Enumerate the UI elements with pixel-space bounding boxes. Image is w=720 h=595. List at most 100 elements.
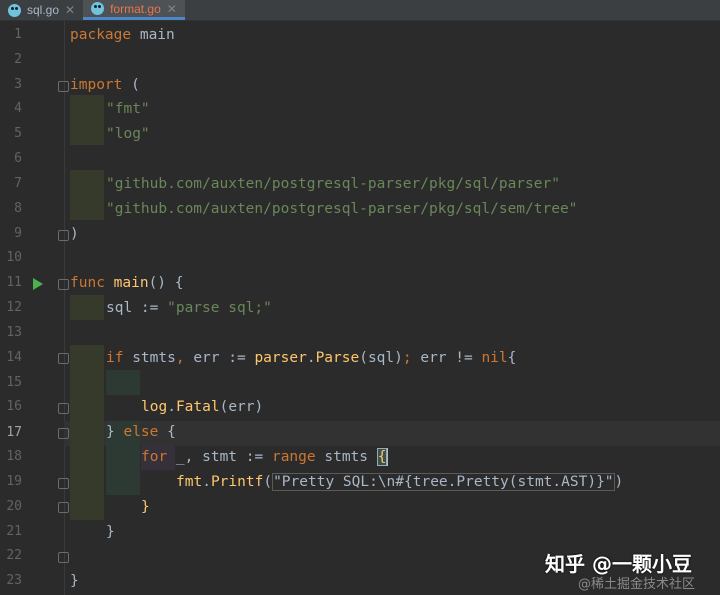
tab-sql-go[interactable]: sql.go ✕ xyxy=(0,0,83,20)
matched-brace: { xyxy=(376,448,388,466)
code-text: (sql) xyxy=(359,350,403,366)
indent-guide xyxy=(70,95,104,145)
line-number: 5 xyxy=(14,126,22,141)
code-text: (err) xyxy=(219,399,264,415)
code-text: err := xyxy=(184,350,255,366)
fold-toggle-icon[interactable] xyxy=(58,478,69,489)
code-editor[interactable]: 1 2 3 4 5 6 7 8 9 10 11 12 13 14 15 16 1… xyxy=(0,21,720,595)
fold-toggle-icon[interactable] xyxy=(58,428,69,439)
keyword: range xyxy=(271,449,316,465)
code-line: for _, stmt := range stmts { xyxy=(141,445,388,470)
function-name: main xyxy=(113,275,149,291)
code-text: _, stmt := xyxy=(167,449,272,465)
code-text: ) xyxy=(614,474,624,490)
code-text: } xyxy=(106,424,124,440)
fold-toggle-icon[interactable] xyxy=(58,502,69,513)
code-text: () { xyxy=(148,275,184,291)
line-number: 10 xyxy=(6,250,22,265)
line-number: 1 xyxy=(14,27,22,42)
package-name: fmt xyxy=(176,474,203,490)
package-name: parser xyxy=(254,350,307,366)
line-number: 2 xyxy=(14,52,22,67)
line-number: 7 xyxy=(14,176,22,191)
fold-toggle-icon[interactable] xyxy=(58,230,69,241)
line-number: 11 xyxy=(6,275,22,290)
line-number: 6 xyxy=(14,151,22,166)
keyword: else xyxy=(123,424,159,440)
code-line: fmt.Printf("Pretty SQL:\n#{tree.Pretty(s… xyxy=(176,470,623,495)
package-name: log xyxy=(141,399,168,415)
line-number: 18 xyxy=(6,449,22,464)
code-text: { xyxy=(158,424,176,440)
indent-guide xyxy=(106,370,140,395)
watermark-subtext: @稀土掘金技术社区 xyxy=(578,577,696,592)
fold-toggle-icon[interactable] xyxy=(58,552,69,563)
fold-toggle-icon[interactable] xyxy=(58,353,69,364)
string-literal: "parse sql;" xyxy=(167,300,272,316)
punct: , xyxy=(175,350,185,366)
line-number: 20 xyxy=(6,499,22,514)
line-number: 3 xyxy=(14,77,22,92)
indent-guide xyxy=(70,295,104,320)
line-number: 9 xyxy=(14,226,22,241)
code-text: ( xyxy=(122,77,140,93)
fold-toggle-icon[interactable] xyxy=(58,279,69,290)
line-number: 13 xyxy=(6,325,22,340)
code-text: err != xyxy=(411,350,482,366)
dot: . xyxy=(202,474,211,490)
keyword: import xyxy=(70,77,123,93)
keyword: for xyxy=(141,449,168,465)
code-line: import ( xyxy=(70,73,140,98)
code-line: } xyxy=(141,499,150,515)
text-caret xyxy=(387,448,388,466)
keyword: if xyxy=(106,350,124,366)
function-name: Fatal xyxy=(175,399,220,415)
code-line: } else { xyxy=(106,420,176,445)
indent-guide xyxy=(70,170,104,220)
fold-toggle-icon[interactable] xyxy=(58,403,69,414)
function-name: Parse xyxy=(315,350,360,366)
tab-label: sql.go xyxy=(27,3,60,17)
code-line: "fmt" xyxy=(106,101,150,117)
code-text: stmts xyxy=(123,350,176,366)
code-line: if stmts, err := parser.Parse(sql); err … xyxy=(106,346,516,371)
code-line: sql := "parse sql;" xyxy=(106,296,272,321)
punct: ; xyxy=(402,350,412,366)
line-number: 23 xyxy=(6,573,22,588)
close-icon[interactable]: ✕ xyxy=(167,2,177,16)
code-line: package main xyxy=(70,23,175,48)
line-number: 4 xyxy=(14,101,22,116)
keyword: func xyxy=(70,275,105,291)
code-text: stmts xyxy=(315,449,377,465)
line-number: 15 xyxy=(6,375,22,390)
line-number: 8 xyxy=(14,201,22,216)
close-icon[interactable]: ✕ xyxy=(65,3,75,17)
tab-label: format.go xyxy=(110,1,161,16)
indent-guide xyxy=(70,345,104,520)
code-text: main xyxy=(131,27,175,43)
tab-format-go[interactable]: format.go ✕ xyxy=(83,0,185,20)
code-line: } xyxy=(106,524,115,540)
gopher-file-icon xyxy=(91,2,105,15)
tab-bar: sql.go ✕ format.go ✕ xyxy=(0,0,720,21)
code-line: func main() { xyxy=(70,271,184,296)
code-text: sql := xyxy=(106,300,168,316)
line-number: 17 xyxy=(6,425,22,440)
code-line: } xyxy=(70,573,79,589)
code-line: "github.com/auxten/postgresql-parser/pkg… xyxy=(106,176,560,192)
dot: . xyxy=(167,399,176,415)
code-line: "log" xyxy=(106,126,150,142)
dot: . xyxy=(306,350,316,366)
code-line: log.Fatal(err) xyxy=(141,395,263,420)
function-name: Printf xyxy=(210,474,264,490)
code-text: ( xyxy=(263,474,273,490)
run-icon[interactable] xyxy=(33,278,43,290)
line-number: 21 xyxy=(6,524,22,539)
line-number: 19 xyxy=(6,474,22,489)
fold-toggle-icon[interactable] xyxy=(58,81,69,92)
line-number: 12 xyxy=(6,300,22,315)
code-text: { xyxy=(507,350,517,366)
line-number: 22 xyxy=(6,548,22,563)
line-number: 14 xyxy=(6,350,22,365)
keyword: nil xyxy=(481,350,508,366)
